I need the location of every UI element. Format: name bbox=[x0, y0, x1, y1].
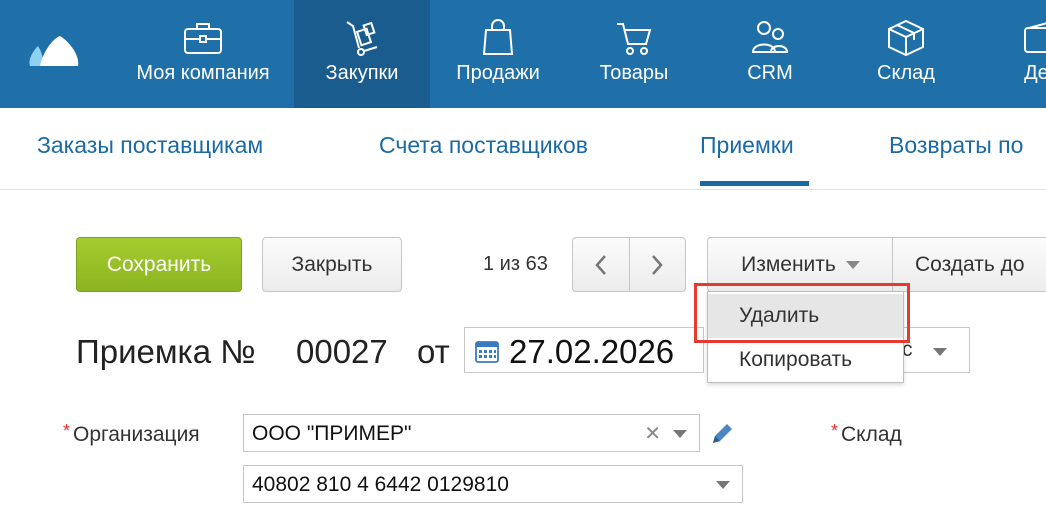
nav-label: Товары bbox=[599, 62, 669, 84]
chevron-right-icon bbox=[652, 254, 663, 275]
active-tab-indicator bbox=[700, 181, 809, 186]
shopping-bag-icon bbox=[482, 19, 514, 55]
next-button[interactable] bbox=[628, 238, 686, 291]
top-navigation: Моя компания Закупки Продажи Товары CRM … bbox=[0, 0, 1046, 108]
account-value: 40802 810 4 6442 0129810 bbox=[252, 473, 509, 496]
menu-item-copy[interactable]: Копировать bbox=[708, 338, 903, 382]
box-icon bbox=[888, 19, 924, 57]
nav-item-my-company[interactable]: Моя компания bbox=[112, 0, 294, 108]
close-button[interactable]: Закрыть bbox=[262, 237, 402, 292]
pager bbox=[572, 237, 686, 292]
wallet-icon bbox=[1024, 22, 1046, 53]
create-document-button[interactable]: Создать до bbox=[892, 237, 1046, 292]
from-label: от bbox=[417, 333, 450, 370]
warehouse-label-text: Склад bbox=[841, 423, 902, 446]
chevron-left-icon bbox=[595, 254, 606, 275]
sub-tabs: Заказы поставщикам Счета поставщиков При… bbox=[0, 108, 1046, 190]
change-label: Изменить bbox=[741, 252, 836, 276]
nav-item-products[interactable]: Товары bbox=[566, 0, 702, 108]
nav-item-sales[interactable]: Продажи bbox=[430, 0, 566, 108]
caret-down-icon[interactable] bbox=[716, 481, 730, 489]
pencil-icon[interactable] bbox=[709, 421, 735, 447]
document-number[interactable]: 00027 bbox=[296, 333, 388, 371]
warehouse-label: * Склад bbox=[831, 421, 902, 447]
organization-label: * Организация bbox=[63, 421, 200, 447]
page-title: Приемка № bbox=[76, 333, 256, 370]
logo-icon[interactable] bbox=[26, 30, 82, 70]
nav-item-purchases[interactable]: Закупки bbox=[294, 0, 430, 108]
previous-button[interactable] bbox=[573, 238, 629, 291]
cart-dolly-icon bbox=[346, 21, 378, 56]
caret-down-icon bbox=[933, 348, 947, 356]
tab-receipts[interactable]: Приемки bbox=[700, 132, 794, 159]
date-value: 27.02.2026 bbox=[509, 333, 675, 370]
caret-down-icon bbox=[845, 260, 860, 269]
nav-label: Продажи bbox=[456, 62, 540, 84]
tab-returns[interactable]: Возвраты по bbox=[889, 132, 1023, 159]
nav-item-money[interactable]: Ден bbox=[974, 0, 1046, 108]
nav-label: Ден bbox=[1024, 62, 1046, 84]
briefcase-icon bbox=[184, 23, 222, 54]
change-dropdown-button[interactable]: Изменить bbox=[707, 237, 893, 292]
caret-down-icon[interactable] bbox=[673, 430, 687, 438]
organization-select[interactable]: ООО "ПРИМЕР" ✕ bbox=[243, 414, 700, 452]
organization-value: ООО "ПРИМЕР" bbox=[252, 422, 412, 445]
people-icon bbox=[751, 21, 789, 53]
nav-label: Закупки bbox=[325, 62, 399, 84]
nav-label: CRM bbox=[747, 62, 793, 84]
nav-label: Склад bbox=[877, 62, 935, 84]
clear-icon[interactable]: ✕ bbox=[644, 421, 661, 446]
nav-item-crm[interactable]: CRM bbox=[702, 0, 838, 108]
save-button[interactable]: Сохранить bbox=[76, 237, 242, 292]
organization-label-text: Организация bbox=[73, 423, 200, 446]
date-field[interactable]: 27.02.2026 bbox=[464, 327, 704, 373]
nav-item-warehouse[interactable]: Склад bbox=[838, 0, 974, 108]
account-select[interactable]: 40802 810 4 6442 0129810 bbox=[243, 465, 743, 503]
calendar-icon[interactable] bbox=[475, 339, 499, 363]
menu-item-delete[interactable]: Удалить bbox=[708, 294, 903, 338]
required-mark: * bbox=[831, 421, 839, 441]
change-menu: Удалить Копировать bbox=[707, 291, 904, 383]
create-label: Создать до bbox=[915, 252, 1025, 276]
shopping-cart-icon bbox=[617, 23, 652, 55]
required-mark: * bbox=[63, 421, 71, 441]
pager-counter: 1 из 63 bbox=[483, 253, 548, 275]
tab-supplier-invoices[interactable]: Счета поставщиков bbox=[379, 132, 588, 159]
tab-supplier-orders[interactable]: Заказы поставщикам bbox=[37, 132, 263, 159]
nav-label: Моя компания bbox=[136, 62, 270, 84]
